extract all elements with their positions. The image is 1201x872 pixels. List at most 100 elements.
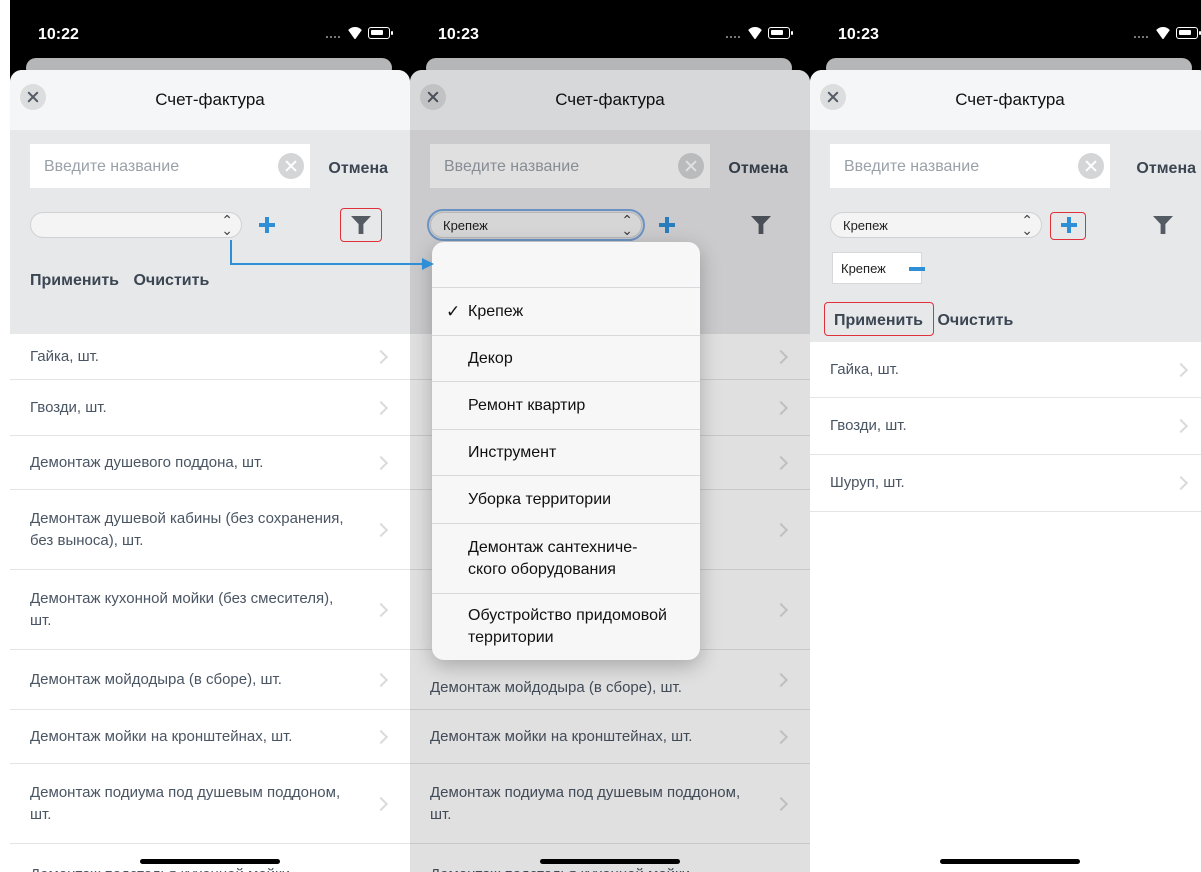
cancel-button[interactable]: Отмена <box>328 160 388 178</box>
dropdown-option-label: Крепеж <box>468 302 524 320</box>
filter-tag: Крепеж <box>832 252 925 284</box>
clear-search-icon[interactable] <box>278 153 304 179</box>
list-item[interactable]: Шуруп, шт. <box>810 455 1201 512</box>
add-filter-icon[interactable] <box>256 214 278 236</box>
item-list: Гайка, шт. Гвозди, шт. Шуруп, шт. <box>810 342 1201 512</box>
clear-button[interactable]: Очистить <box>937 312 1013 329</box>
status-time: 10:23 <box>838 26 879 43</box>
list-item[interactable]: Демонтаж душевой кабины (без сохранения,… <box>10 490 410 570</box>
status-time: 10:23 <box>438 26 479 43</box>
list-item-label: Демонтаж кухонной мойки (без смесителя),… <box>30 589 334 629</box>
wifi-icon <box>746 27 764 39</box>
category-select-value: Крепеж <box>843 218 888 233</box>
dropdown-option-label: Ремонт квартир <box>468 396 586 414</box>
filter-actions: Применить Очистить <box>834 312 1023 330</box>
dropdown-option[interactable]: Уборка территории <box>432 476 700 524</box>
list-item-label: Шуруп, шт. <box>830 474 905 491</box>
chevron-right-icon <box>373 455 389 470</box>
modal-sheet: Счет-фактура Введите название Отмена ⌃ ⌄ … <box>10 70 410 872</box>
dropdown-option-empty[interactable] <box>432 242 700 288</box>
dropdown-option-label: Инструмент <box>468 443 557 461</box>
chevron-right-icon <box>373 349 389 364</box>
dropdown-option-label: Демонтаж сантехниче-ского оборудования <box>468 538 638 578</box>
dropdown-option[interactable]: Демонтаж сантехниче-ского оборудования <box>432 524 700 594</box>
apply-button[interactable]: Применить <box>30 272 119 289</box>
dropdown-option[interactable]: ✓ Крепеж <box>432 288 700 336</box>
filter-bar: Крепеж ⌃ ⌄ Крепеж Применить Очистить <box>810 202 1201 342</box>
screen-2: 10:23 Счет-фактура Введите название Отме… <box>410 0 810 872</box>
clear-button[interactable]: Очистить <box>133 272 209 289</box>
chevron-right-icon <box>373 672 389 687</box>
list-item[interactable]: Демонтаж мойдодыра (в сборе), шт. <box>10 650 410 710</box>
search-placeholder: Введите название <box>44 158 180 175</box>
cancel-button[interactable]: Отмена <box>1136 160 1196 178</box>
list-item[interactable]: Гвозди, шт. <box>810 398 1201 455</box>
battery-icon <box>1176 27 1201 39</box>
chevron-right-icon <box>1173 362 1189 377</box>
chevron-right-icon <box>1173 418 1189 434</box>
search-bar: Введите название Отмена <box>810 130 1201 202</box>
apply-button[interactable]: Применить <box>834 312 923 329</box>
modal-sheet: Счет-фактура Введите название Отмена Кре… <box>410 70 810 872</box>
dropdown-option[interactable]: Инструмент <box>432 430 700 476</box>
dropdown-option[interactable]: Обустройство придомовой территории <box>432 594 700 660</box>
search-input[interactable]: Введите название <box>30 144 310 188</box>
list-item-label: Демонтаж подстолья кухонной мойки, <box>30 864 294 872</box>
screen-1: 10:22 Счет-фактура Введите название Отме… <box>10 0 410 872</box>
clear-search-icon[interactable] <box>1078 153 1104 179</box>
chevron-right-icon <box>373 602 389 617</box>
list-item[interactable]: Демонтаж подиума под душевым поддоном, ш… <box>10 764 410 844</box>
search-bar: Введите название Отмена <box>10 130 410 202</box>
battery-icon <box>368 27 393 39</box>
list-item[interactable]: Гайка, шт. <box>10 334 410 380</box>
status-icons <box>1134 26 1201 42</box>
checkmark-icon: ✓ <box>446 301 461 321</box>
dropdown-option-label: Обустройство придомовой территории <box>468 607 667 646</box>
page-title: Счет-фактура <box>155 90 265 109</box>
list-item[interactable]: Демонтаж кухонной мойки (без смесителя),… <box>10 570 410 650</box>
chevron-right-icon <box>373 796 389 811</box>
chevron-right-icon <box>1173 475 1189 491</box>
add-filter-icon[interactable] <box>1058 214 1080 236</box>
search-placeholder: Введите название <box>844 158 980 175</box>
list-item[interactable]: Гвозди, шт. <box>10 380 410 436</box>
category-select[interactable]: ⌃ ⌄ <box>30 212 242 238</box>
status-bar: 10:22 <box>10 0 410 64</box>
list-item-label: Демонтаж подиума под душевым поддоном, ш… <box>30 783 341 823</box>
dropdown-option[interactable]: Ремонт квартир <box>432 382 700 430</box>
filter-icon[interactable] <box>1153 216 1173 234</box>
chevron-right-icon <box>373 522 389 537</box>
home-indicator <box>940 859 1080 864</box>
signal-icon <box>1134 36 1148 38</box>
chevron-right-icon <box>373 729 389 744</box>
item-list: Гайка, шт. Гвозди, шт. Демонтаж душевого… <box>10 334 410 872</box>
filter-bar: ⌃ ⌄ Применить Очистить <box>10 202 410 334</box>
nav-bar: Счет-фактура <box>810 70 1201 130</box>
list-item[interactable]: Демонтаж подстолья кухонной мойки, <box>10 844 410 872</box>
category-select[interactable]: Крепеж ⌃ ⌄ <box>830 212 1042 238</box>
chevron-updown-icon: ⌃ ⌄ <box>221 212 233 238</box>
filter-actions: Применить Очистить <box>30 272 219 290</box>
status-bar: 10:23 <box>810 0 1201 64</box>
list-item[interactable]: Демонтаж душевого поддона, шт. <box>10 436 410 490</box>
chevron-right-icon <box>373 400 389 415</box>
list-item-label: Гвозди, шт. <box>30 398 107 416</box>
list-item[interactable]: Демонтаж мойки на кронштейнах, шт. <box>10 710 410 764</box>
signal-icon <box>726 36 740 38</box>
dropdown-option[interactable]: Декор <box>432 336 700 382</box>
list-item-label: Демонтаж мойки на кронштейнах, шт. <box>30 727 293 745</box>
dropdown-option-label: Уборка территории <box>468 490 612 508</box>
remove-filter-icon[interactable] <box>909 267 925 271</box>
page-title: Счет-фактура <box>955 90 1065 109</box>
list-item-label: Демонтаж душевой кабины (без сохранения,… <box>30 509 344 549</box>
status-bar: 10:23 <box>410 0 810 64</box>
modal-sheet: Счет-фактура Введите название Отмена Кре… <box>810 70 1201 872</box>
search-input[interactable]: Введите название <box>830 144 1110 188</box>
home-indicator <box>140 859 280 864</box>
list-item[interactable]: Гайка, шт. <box>810 342 1201 398</box>
dropdown-option-label: Декор <box>468 349 513 367</box>
screen-3: 10:23 Счет-фактура Введите название Отме… <box>810 0 1201 872</box>
filter-tag-label: Крепеж <box>841 261 886 276</box>
nav-bar: Счет-фактура <box>10 70 410 130</box>
wifi-icon <box>1154 27 1172 39</box>
